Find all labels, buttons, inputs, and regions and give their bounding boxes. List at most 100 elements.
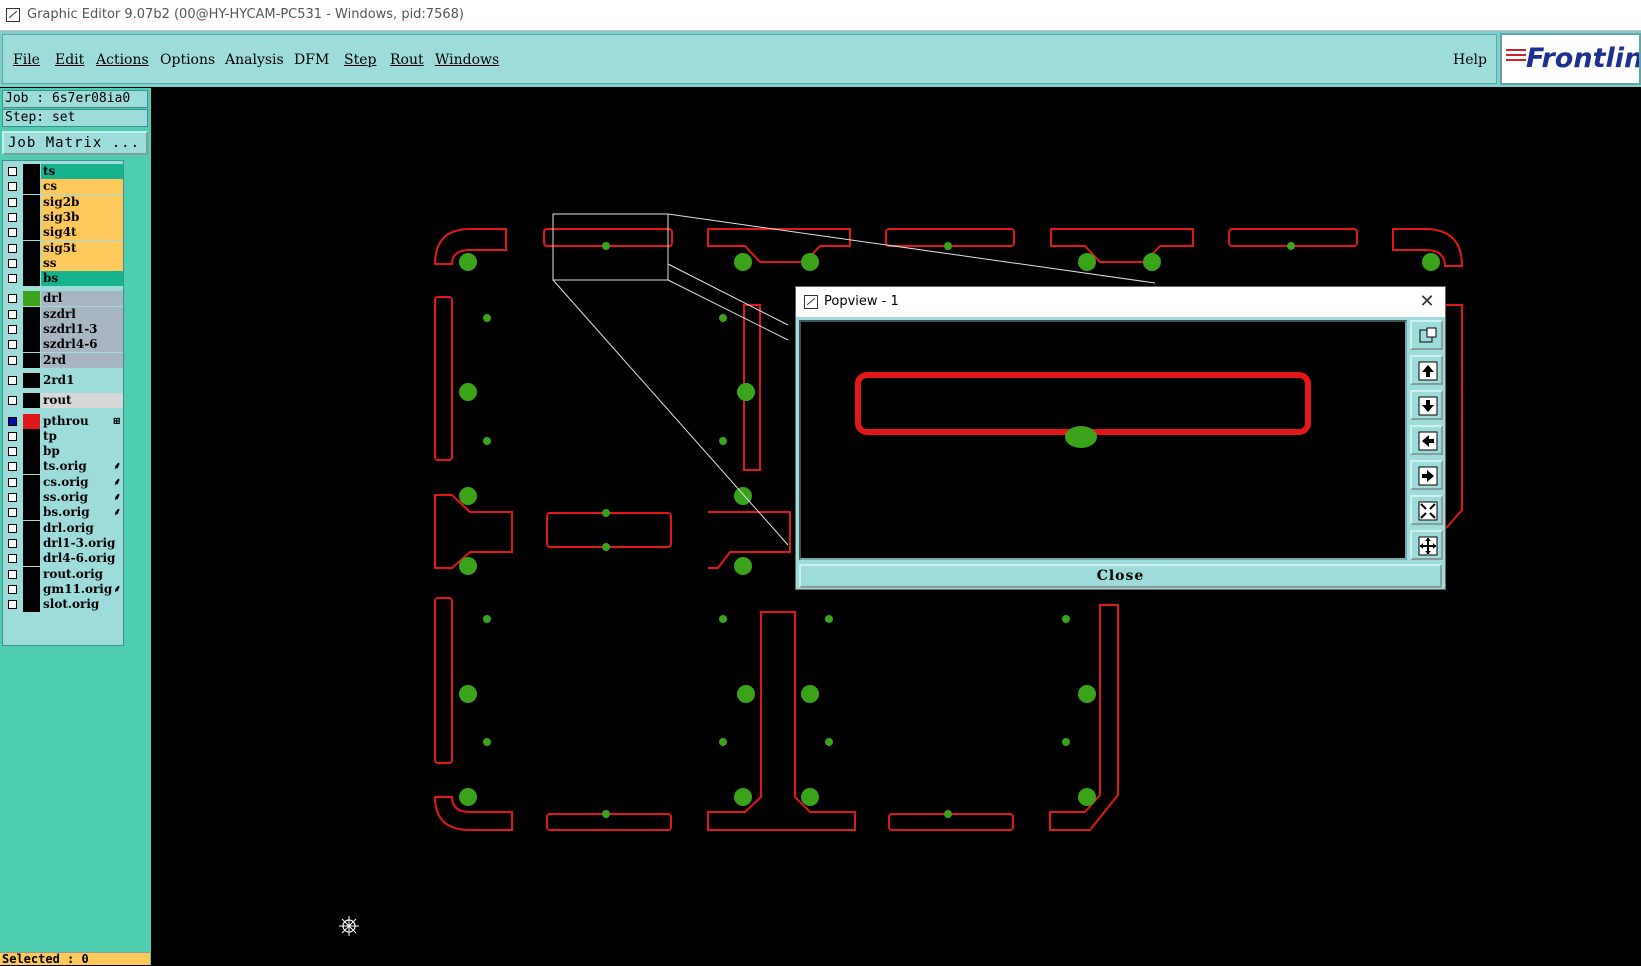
menu-dfm[interactable]: DFM: [294, 52, 329, 68]
pan-down-button[interactable]: [1410, 390, 1443, 420]
layer-name[interactable]: bs: [41, 271, 123, 287]
layer-checkbox[interactable]: [8, 355, 17, 365]
layer-name[interactable]: szdrl1-3: [41, 322, 123, 337]
layer-row-slot-orig[interactable]: slot.orig: [6, 597, 123, 613]
layer-name[interactable]: bp: [41, 444, 123, 460]
job-matrix-button[interactable]: Job Matrix ...: [2, 131, 148, 155]
layer-checkbox[interactable]: [8, 600, 17, 610]
pan-left-button[interactable]: [1410, 425, 1443, 455]
layer-row-ts[interactable]: ts: [6, 164, 123, 179]
layer-row-2rd[interactable]: 2rd: [6, 352, 123, 368]
pan-right-button[interactable]: [1410, 460, 1443, 490]
layer-name[interactable]: ts.orig ⸙: [41, 459, 123, 475]
layer-checkbox[interactable]: [8, 431, 17, 441]
layer-checkbox[interactable]: [8, 584, 17, 594]
layer-name[interactable]: ss.orig ⸙: [41, 490, 123, 505]
layer-row-tp[interactable]: tp: [6, 428, 123, 444]
layer-row-gm11-orig[interactable]: gm11.orig ⸙: [6, 581, 123, 597]
layer-row-2rd1[interactable]: 2rd1: [6, 372, 123, 388]
layer-row-ss[interactable]: ss: [6, 255, 123, 271]
layer-name[interactable]: szdrl4-6: [41, 337, 123, 353]
layer-checkbox[interactable]: [8, 325, 17, 334]
layer-name[interactable]: drl: [41, 291, 123, 307]
layer-name[interactable]: rout: [41, 393, 123, 409]
layer-row-szdrl[interactable]: szdrl: [6, 306, 123, 322]
layer-row-cs-orig[interactable]: cs.orig ⸙: [6, 474, 123, 490]
layer-row-sig4t[interactable]: sig4t: [6, 225, 123, 241]
layer-row-bs[interactable]: bs: [6, 271, 123, 287]
layer-name[interactable]: slot.orig: [41, 597, 123, 613]
layer-row-rout[interactable]: rout: [6, 393, 123, 409]
layer-row-drl4-6-orig[interactable]: drl4-6.orig: [6, 551, 123, 567]
zoom-box-button[interactable]: [1410, 320, 1443, 350]
layer-row-sig2b[interactable]: sig2b: [6, 194, 123, 210]
pan-up-button[interactable]: [1410, 355, 1443, 385]
layer-name[interactable]: pthrou ⊞: [41, 413, 123, 429]
layer-row-sig5t[interactable]: sig5t: [6, 240, 123, 256]
layer-name[interactable]: ss: [41, 255, 123, 271]
popview-viewport[interactable]: [799, 320, 1407, 560]
layer-row-drl-orig[interactable]: drl.orig: [6, 520, 123, 536]
layer-name[interactable]: drl.orig: [41, 520, 123, 536]
menu-file[interactable]: File: [13, 52, 40, 68]
zoom-out-button[interactable]: [1410, 530, 1443, 560]
menu-step[interactable]: Step: [344, 52, 376, 68]
layer-checkbox[interactable]: [8, 523, 17, 533]
layer-checkbox[interactable]: [8, 416, 17, 426]
menu-rout[interactable]: Rout: [390, 52, 424, 68]
layer-name[interactable]: sig2b: [41, 194, 123, 210]
layer-name[interactable]: rout.orig: [41, 566, 123, 582]
close-icon[interactable]: ✕: [1416, 291, 1438, 313]
zoom-in-button[interactable]: [1410, 495, 1443, 525]
layer-row-ss-orig[interactable]: ss.orig ⸙: [6, 490, 123, 505]
layer-name[interactable]: cs.orig ⸙: [41, 474, 123, 490]
layer-name[interactable]: cs: [41, 179, 123, 195]
menu-windows[interactable]: Windows: [435, 52, 499, 68]
menu-help[interactable]: Help: [1453, 52, 1487, 68]
layer-checkbox[interactable]: [8, 294, 17, 304]
menu-analysis[interactable]: Analysis: [225, 52, 284, 68]
layer-name[interactable]: 2rd: [41, 352, 123, 368]
layer-checkbox[interactable]: [8, 309, 17, 319]
layer-checkbox[interactable]: [8, 258, 17, 268]
layer-checkbox[interactable]: [8, 569, 17, 579]
layer-checkbox[interactable]: [8, 447, 17, 457]
layer-name[interactable]: sig5t: [41, 240, 123, 256]
layer-row-cs[interactable]: cs: [6, 179, 123, 195]
layer-name[interactable]: tp: [41, 428, 123, 444]
layer-row-pthrou[interactable]: pthrou ⊞: [6, 413, 123, 429]
layer-name[interactable]: ts: [41, 164, 123, 179]
menu-options[interactable]: Options: [160, 52, 215, 68]
layer-row-bs-orig[interactable]: bs.orig ⸙: [6, 505, 123, 521]
layer-checkbox[interactable]: [8, 508, 17, 518]
layer-row-drl[interactable]: drl: [6, 291, 123, 307]
layer-checkbox[interactable]: [8, 340, 17, 350]
layer-checkbox[interactable]: [8, 493, 17, 502]
layer-checkbox[interactable]: [8, 197, 17, 207]
layer-row-ts-orig[interactable]: ts.orig ⸙: [6, 459, 123, 475]
layer-checkbox[interactable]: [8, 538, 17, 548]
layer-row-drl1-3-orig[interactable]: drl1-3.orig: [6, 535, 123, 551]
layer-checkbox[interactable]: [8, 462, 17, 472]
popview-close-button[interactable]: Close: [799, 564, 1442, 588]
layer-name[interactable]: sig3b: [41, 209, 123, 225]
layer-row-bp[interactable]: bp: [6, 444, 123, 460]
layer-checkbox[interactable]: [8, 477, 17, 487]
layer-name[interactable]: bs.orig ⸙: [41, 505, 123, 521]
layer-name[interactable]: drl1-3.orig: [41, 535, 123, 551]
layer-row-szdrl4-6[interactable]: szdrl4-6: [6, 337, 123, 353]
layer-name[interactable]: drl4-6.orig: [41, 551, 123, 567]
layer-checkbox[interactable]: [8, 228, 17, 238]
layer-row-rout-orig[interactable]: rout.orig: [6, 566, 123, 582]
layer-row-szdrl1-3[interactable]: szdrl1-3: [6, 322, 123, 337]
layer-checkbox[interactable]: [8, 554, 17, 564]
layer-name[interactable]: 2rd1: [41, 372, 123, 388]
layer-name[interactable]: szdrl: [41, 306, 123, 322]
menu-actions[interactable]: Actions: [96, 52, 149, 68]
layer-checkbox[interactable]: [8, 243, 17, 253]
layer-checkbox[interactable]: [8, 274, 17, 284]
layer-checkbox[interactable]: [8, 167, 17, 176]
menu-edit[interactable]: Edit: [55, 52, 84, 68]
layer-checkbox[interactable]: [8, 396, 17, 406]
layer-name[interactable]: sig4t: [41, 225, 123, 241]
